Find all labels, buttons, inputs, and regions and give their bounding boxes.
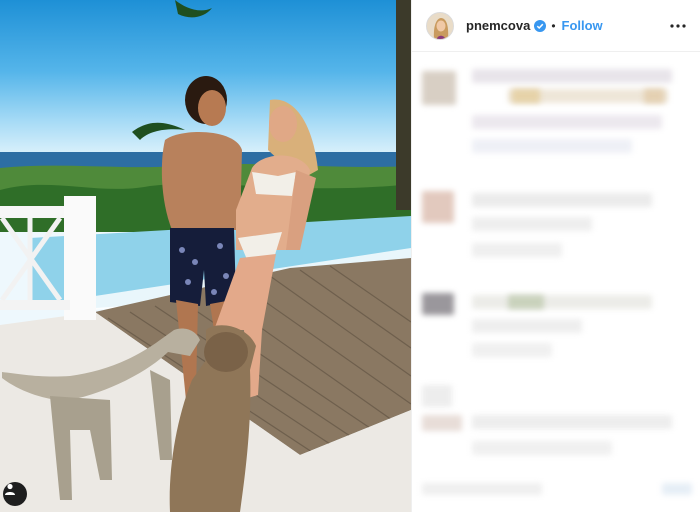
more-options-button[interactable] (668, 16, 688, 36)
post-side-panel: pnemcova • Follow (411, 0, 700, 512)
separator-dot: • (551, 18, 556, 33)
bikini-top (252, 172, 296, 196)
user-tag-button[interactable] (3, 482, 27, 506)
more-horizontal-icon (670, 23, 686, 28)
blurred-comments (412, 53, 700, 512)
post-photo[interactable] (0, 0, 411, 512)
post-header: pnemcova • Follow (412, 0, 700, 52)
verified-badge-icon (534, 19, 547, 32)
avatar-image (427, 12, 453, 39)
username-link[interactable]: pnemcova (466, 18, 530, 33)
photo-scene (0, 0, 411, 512)
avatar[interactable] (426, 11, 454, 40)
follow-button[interactable]: Follow (562, 18, 603, 33)
user-tag-icon (5, 483, 15, 495)
